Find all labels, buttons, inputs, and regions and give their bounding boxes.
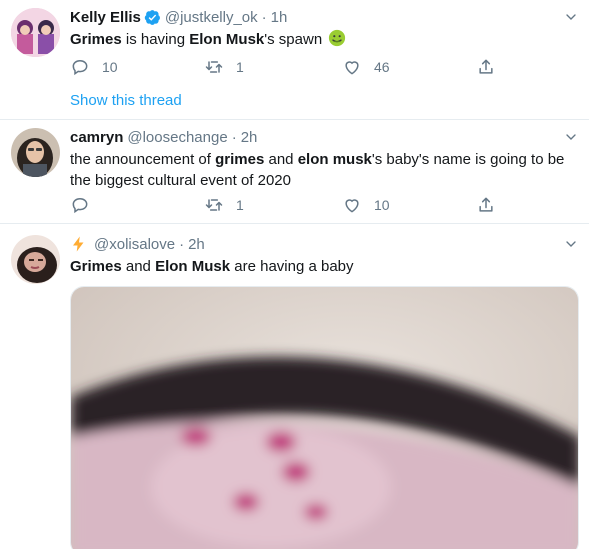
tweet-content: @xolisalove · 2h Grimes and Elon Musk ar… <box>70 234 575 277</box>
user-handle[interactable]: @xolisalove <box>94 236 175 253</box>
share-icon <box>479 59 493 74</box>
text-bold: Elon Musk <box>189 31 265 48</box>
show-thread-link[interactable]: Show this thread <box>70 92 182 109</box>
chevron-down-icon[interactable] <box>563 129 579 145</box>
tweet-content: camryn @loosechange · 2h the announcemen… <box>70 127 575 191</box>
like-count: 10 <box>374 197 390 213</box>
tweet[interactable]: Kelly Ellis @justkelly_ok · 1h Grimes is… <box>0 0 589 120</box>
retweet-icon <box>205 61 223 73</box>
display-name[interactable]: camryn <box>70 129 123 146</box>
verified-badge-icon <box>144 9 160 25</box>
text-plain: and <box>264 151 298 168</box>
text-plain: the biggest cultural event of 2020 <box>70 172 291 189</box>
avatar[interactable] <box>11 8 60 57</box>
retweet-icon <box>205 199 223 211</box>
share-icon <box>479 197 493 212</box>
avatar[interactable] <box>11 235 60 284</box>
tweet[interactable]: camryn @loosechange · 2h the announcemen… <box>0 120 589 224</box>
tweet-text: Grimes and Elon Musk are having a baby <box>70 256 575 277</box>
avatar[interactable] <box>11 128 60 177</box>
separator-dot: · <box>231 128 237 146</box>
tweet-header: camryn @loosechange · 2h <box>70 127 575 147</box>
separator-dot: · <box>261 8 267 26</box>
text-bold: Grimes <box>70 258 122 275</box>
tweet-content: Kelly Ellis @justkelly_ok · 1h Grimes is… <box>70 7 575 50</box>
timestamp[interactable]: 1h <box>271 9 288 26</box>
tweet-video-thumbnail[interactable] <box>70 286 579 549</box>
tweet-header: Kelly Ellis @justkelly_ok · 1h <box>70 7 575 27</box>
reply-count: 10 <box>102 59 118 75</box>
heart-icon <box>345 61 359 75</box>
user-handle[interactable]: @loosechange <box>127 129 227 146</box>
lightning-bolt-icon <box>73 236 84 252</box>
chevron-down-icon[interactable] <box>563 236 579 252</box>
like-count: 46 <box>374 59 390 75</box>
separator-dot: · <box>179 235 185 253</box>
user-handle[interactable]: @justkelly_ok <box>165 9 258 26</box>
reply-icon <box>72 197 88 214</box>
text-bold: grimes <box>215 151 265 168</box>
retweet-button[interactable]: 1 <box>204 57 244 77</box>
text-plain: 's spawn <box>264 31 327 48</box>
share-button[interactable] <box>476 57 496 77</box>
text-plain: are having a baby <box>230 258 354 275</box>
like-button[interactable]: 10 <box>342 195 390 215</box>
share-button[interactable] <box>476 195 496 215</box>
text-bold: Grimes <box>70 31 122 48</box>
text-plain: is having <box>121 31 190 48</box>
text-plain: and <box>121 258 156 275</box>
reply-button[interactable]: 10 <box>70 57 118 77</box>
text-bold: Elon Musk <box>155 258 231 275</box>
tweet-text: the announcement of grimes and elon musk… <box>70 149 575 191</box>
timeline-feed: Kelly Ellis @justkelly_ok · 1h Grimes is… <box>0 0 589 549</box>
tweet-text: Grimes is having Elon Musk's spawn <box>70 29 575 50</box>
display-name[interactable]: Kelly Ellis <box>70 9 141 26</box>
like-button[interactable]: 46 <box>342 57 390 77</box>
retweet-count: 1 <box>236 59 244 75</box>
tweet-actions: 10 1 46 <box>70 56 589 78</box>
retweet-button[interactable]: 1 <box>204 195 244 215</box>
tweet-actions: 1 10 <box>70 194 589 216</box>
text-plain: the announcement of <box>70 151 216 168</box>
reply-icon <box>72 59 88 76</box>
text-plain: 's baby's name is going to be <box>371 151 565 168</box>
retweet-count: 1 <box>236 197 244 213</box>
heart-icon <box>345 199 359 213</box>
nauseated-face-icon <box>329 29 346 47</box>
chevron-down-icon[interactable] <box>563 9 579 25</box>
timestamp[interactable]: 2h <box>241 129 258 146</box>
text-bold: elon musk <box>297 151 372 168</box>
timestamp[interactable]: 2h <box>188 236 205 253</box>
reply-button[interactable] <box>70 195 102 215</box>
tweet-header: @xolisalove · 2h <box>70 234 575 254</box>
